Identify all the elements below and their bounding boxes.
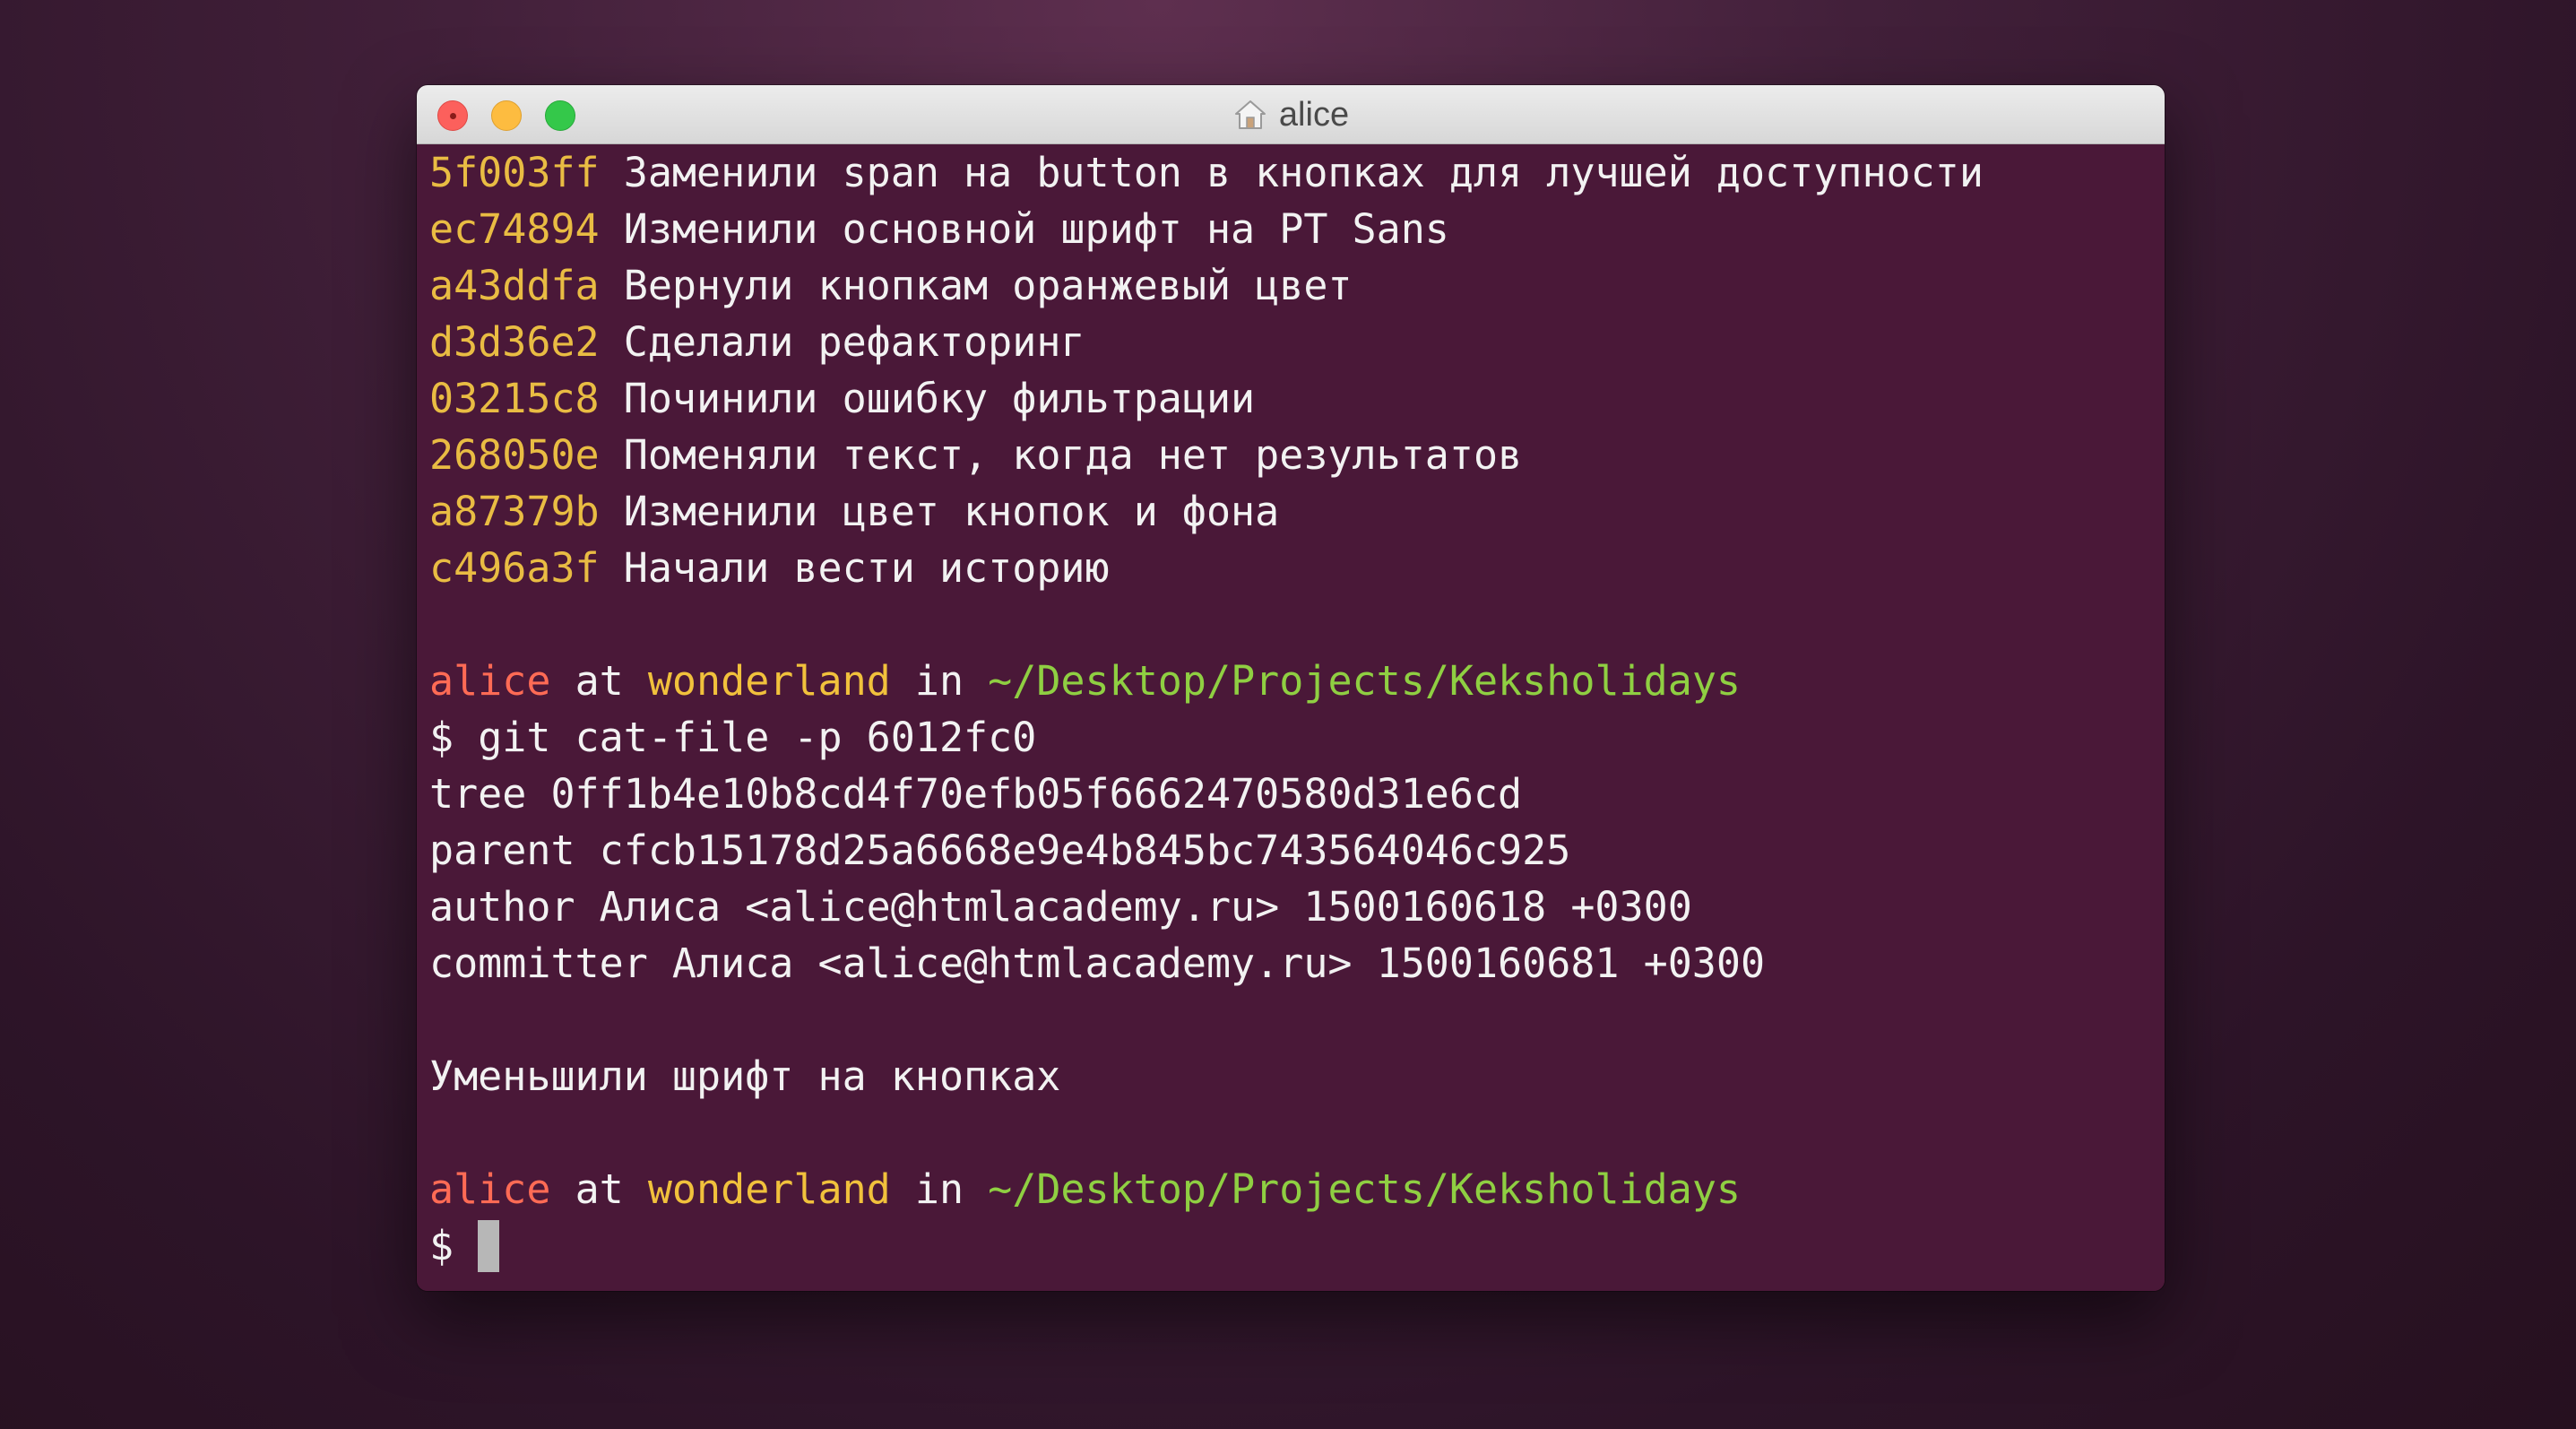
window-title-text: alice [1278, 95, 1350, 134]
window-title: alice [417, 85, 2165, 144]
terminal-window: alice 5f003ff Заменили span на button в … [417, 85, 2165, 1291]
commit-message: Начали вести историю [623, 544, 1110, 592]
log-line: c496a3f Начали вести историю [429, 540, 2165, 596]
prompt-path: ~/Desktop/Projects/Keksholidays [988, 657, 1742, 705]
commit-message: Сделали рефакторинг [623, 318, 1085, 366]
commit-hash: c496a3f [429, 544, 600, 592]
prompt-path: ~/Desktop/Projects/Keksholidays [988, 1165, 1742, 1213]
commit-message: Поменяли текст, когда нет результатов [623, 431, 1523, 479]
commit-message-line: Уменьшили шрифт на кнопках [429, 1052, 1061, 1100]
home-icon [1234, 100, 1266, 129]
prompt-in: in [914, 1165, 964, 1213]
prompt-symbol: $ [429, 1222, 454, 1269]
input-line[interactable]: $ [429, 1217, 2165, 1274]
log-line: a87379b Изменили цвет кнопок и фона [429, 483, 2165, 540]
output-line: committer Алиса <alice@htmlacademy.ru> 1… [429, 940, 1766, 987]
output-line: tree 0ff1b4e10b8cd4f70efb05f6662470580d3… [429, 770, 1523, 818]
commit-hash: a43ddfa [429, 262, 600, 309]
command-text: git cat-file -p 6012fc0 [478, 714, 1037, 761]
output-line: parent cfcb15178d25a6668e9e4b845bc743564… [429, 827, 1571, 874]
commit-hash: d3d36e2 [429, 318, 600, 366]
commit-message: Починили ошибку фильтрации [623, 375, 1256, 422]
commit-hash: 5f003ff [429, 149, 600, 196]
prompt-line: alice at wonderland in ~/Desktop/Project… [429, 653, 2165, 709]
prompt-at: at [575, 1165, 624, 1213]
commit-message: Изменили основной шрифт на PT Sans [623, 205, 1449, 253]
command-line: $ git cat-file -p 6012fc0 [429, 709, 2165, 766]
commit-hash: 03215c8 [429, 375, 600, 422]
prompt-line: alice at wonderland in ~/Desktop/Project… [429, 1161, 2165, 1217]
commit-message: Изменили цвет кнопок и фона [623, 488, 1280, 535]
terminal-output[interactable]: 5f003ff Заменили span на button в кнопка… [417, 144, 2165, 1291]
prompt-user: alice [429, 657, 551, 705]
prompt-host: wonderland [647, 1165, 891, 1213]
prompt-user: alice [429, 1165, 551, 1213]
log-line: a43ddfa Вернули кнопкам оранжевый цвет [429, 257, 2165, 314]
title-bar[interactable]: alice [417, 85, 2165, 144]
log-line: 03215c8 Починили ошибку фильтрации [429, 370, 2165, 427]
text-cursor[interactable] [478, 1220, 500, 1272]
prompt-host: wonderland [647, 657, 891, 705]
log-line: ec74894 Изменили основной шрифт на PT Sa… [429, 201, 2165, 257]
commit-message: Вернули кнопкам оранжевый цвет [623, 262, 1353, 309]
log-line: 5f003ff Заменили span на button в кнопка… [429, 144, 2165, 201]
prompt-symbol: $ [429, 714, 454, 761]
output-line: author Алиса <alice@htmlacademy.ru> 1500… [429, 883, 1692, 931]
log-line: 268050e Поменяли текст, когда нет резуль… [429, 427, 2165, 483]
log-line: d3d36e2 Сделали рефакторинг [429, 314, 2165, 370]
prompt-at: at [575, 657, 624, 705]
commit-hash: 268050e [429, 431, 600, 479]
prompt-in: in [914, 657, 964, 705]
commit-message: Заменили span на button в кнопках для лу… [623, 149, 1984, 196]
commit-hash: a87379b [429, 488, 600, 535]
commit-hash: ec74894 [429, 205, 600, 253]
